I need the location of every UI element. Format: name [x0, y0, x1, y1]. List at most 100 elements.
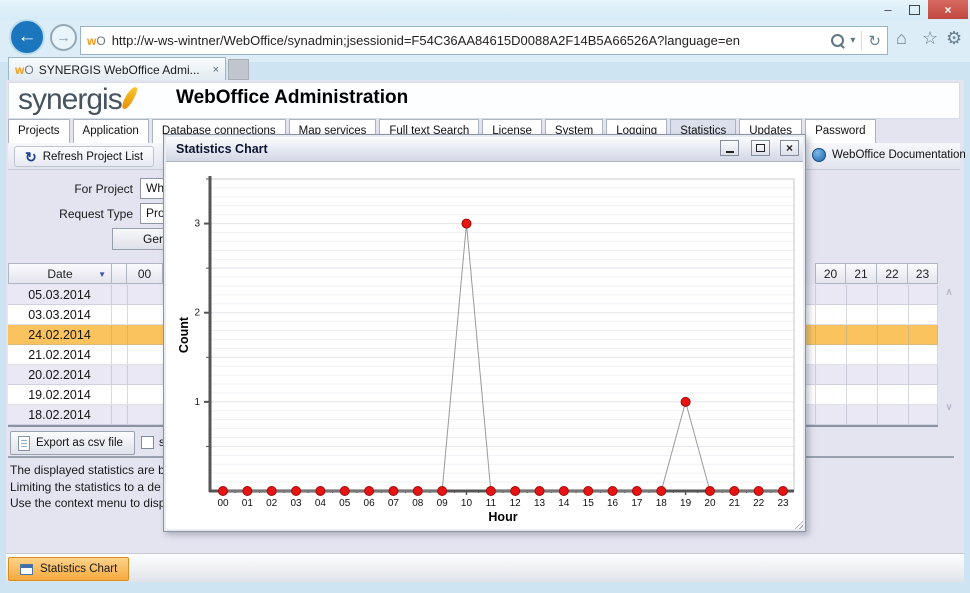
tab-password[interactable]: Password — [805, 119, 876, 144]
svg-text:14: 14 — [558, 498, 570, 509]
svg-text:23: 23 — [777, 498, 789, 509]
column-header-date[interactable]: Date ▼ — [8, 263, 112, 284]
svg-text:10: 10 — [461, 498, 473, 509]
row-date: 05.03.2014 — [8, 288, 111, 302]
taskbar-statistics-chart-button[interactable]: Statistics Chart — [8, 557, 129, 581]
logo-text: synergis — [18, 84, 122, 116]
tab-title: SYNERGIS WebOffice Admi... — [39, 63, 208, 77]
svg-text:12: 12 — [510, 498, 522, 509]
column-header-20[interactable]: 20 — [815, 263, 846, 284]
tab-projects[interactable]: Projects — [8, 119, 70, 144]
address-bar[interactable]: wO http://w-ws-wintner/WebOffice/synadmi… — [80, 26, 888, 55]
tab-application[interactable]: Application — [73, 119, 149, 144]
for-project-label: For Project — [8, 182, 133, 196]
refresh-icon: ↻ — [25, 150, 37, 164]
svg-text:19: 19 — [680, 498, 692, 509]
svg-text:Count: Count — [177, 316, 191, 353]
info-line: The displayed statistics are b — [10, 462, 165, 479]
row-date: 20.02.2014 — [8, 368, 111, 382]
svg-text:3: 3 — [194, 219, 200, 230]
statistics-checkbox[interactable] — [141, 436, 154, 449]
svg-text:05: 05 — [339, 498, 351, 509]
synergis-logo: synergis — [18, 84, 134, 116]
statistics-line-chart[interactable]: 1230001020304050607080910111213141516171… — [164, 162, 805, 533]
dialog-maximize-button[interactable] — [751, 140, 770, 156]
settings-gear-icon[interactable]: ⚙ — [946, 28, 962, 49]
info-line: Limiting the statistics to a de — [10, 479, 165, 496]
svg-text:2: 2 — [194, 308, 200, 319]
browser-tab[interactable]: wO SYNERGIS WebOffice Admi... × — [8, 57, 226, 81]
taskbar-button-label: Statistics Chart — [40, 563, 117, 575]
doc-link-label: WebOffice Documentation — [832, 149, 966, 161]
maximize-icon — [756, 144, 765, 152]
column-header-narrow — [111, 263, 127, 284]
svg-text:06: 06 — [364, 498, 376, 509]
svg-text:02: 02 — [266, 498, 278, 509]
search-icon[interactable] — [831, 34, 844, 47]
help-globe-icon — [812, 148, 826, 162]
window-minimize-button[interactable]: – — [876, 0, 900, 19]
export-label: Export as csv file — [36, 437, 123, 449]
row-date: 03.03.2014 — [8, 308, 111, 322]
svg-text:09: 09 — [437, 498, 449, 509]
request-type-label: Request Type — [8, 207, 133, 221]
dialog-close-button[interactable]: × — [780, 140, 799, 156]
svg-text:15: 15 — [583, 498, 595, 509]
svg-text:03: 03 — [290, 498, 302, 509]
svg-text:Hour: Hour — [488, 510, 517, 524]
csv-file-icon — [18, 436, 30, 451]
window-close-button[interactable]: × — [928, 0, 968, 19]
svg-text:01: 01 — [242, 498, 254, 509]
svg-text:04: 04 — [315, 498, 327, 509]
back-button[interactable]: ← — [9, 19, 45, 55]
export-csv-button[interactable]: Export as csv file — [10, 431, 135, 455]
row-date: 24.02.2014 — [8, 328, 111, 342]
column-header-21[interactable]: 21 — [845, 263, 877, 284]
divider — [861, 31, 862, 51]
svg-text:22: 22 — [753, 498, 765, 509]
page-header — [8, 82, 960, 119]
scroll-up-icon[interactable]: ∧ — [941, 287, 957, 298]
info-text: The displayed statistics are b Limiting … — [10, 462, 165, 512]
svg-text:07: 07 — [388, 498, 400, 509]
site-favicon: wO — [87, 34, 106, 48]
window-titlebar[interactable] — [0, 0, 970, 20]
row-date: 19.02.2014 — [8, 388, 111, 402]
column-header-00[interactable]: 00 — [126, 263, 163, 284]
svg-text:11: 11 — [486, 498, 497, 509]
svg-text:20: 20 — [704, 498, 716, 509]
svg-text:17: 17 — [631, 498, 643, 509]
window-icon — [20, 564, 33, 575]
tab-close-icon[interactable]: × — [213, 64, 219, 76]
svg-text:16: 16 — [607, 498, 619, 509]
refresh-page-icon[interactable]: ↻ — [868, 32, 881, 50]
search-dropdown-caret-icon[interactable]: ▾ — [850, 35, 855, 46]
info-line: Use the context menu to disp — [10, 495, 165, 512]
scroll-down-icon[interactable]: ∨ — [941, 402, 957, 413]
new-tab-button[interactable] — [228, 59, 249, 80]
svg-text:1: 1 — [194, 397, 200, 408]
forward-button[interactable]: → — [50, 24, 77, 51]
column-header-22[interactable]: 22 — [876, 263, 908, 284]
svg-text:21: 21 — [729, 498, 741, 509]
column-header-23[interactable]: 23 — [907, 263, 938, 284]
minimize-icon — [726, 151, 734, 153]
dialog-minimize-button[interactable] — [720, 140, 739, 156]
svg-text:13: 13 — [534, 498, 546, 509]
favorites-star-icon[interactable]: ☆ — [922, 28, 938, 49]
dialog-titlebar[interactable]: Statistics Chart — [166, 137, 803, 162]
maximize-icon — [909, 5, 920, 15]
refresh-label: Refresh Project List — [43, 151, 143, 163]
row-date: 21.02.2014 — [8, 348, 111, 362]
svg-text:08: 08 — [412, 498, 424, 509]
address-input[interactable]: http://w-ws-wintner/WebOffice/synadmin;j… — [112, 33, 826, 48]
browser-window: – × wO http://w-ws-wintner/WebOffice/syn… — [0, 0, 970, 593]
weboffice-documentation-link[interactable]: WebOffice Documentation — [812, 148, 966, 162]
sort-caret-icon[interactable]: ▼ — [98, 270, 106, 279]
window-maximize-button[interactable] — [902, 0, 926, 19]
date-header-label: Date — [47, 267, 72, 281]
home-icon[interactable]: ⌂ — [896, 28, 907, 49]
row-date: 18.02.2014 — [8, 408, 111, 422]
svg-text:18: 18 — [656, 498, 668, 509]
refresh-project-list-button[interactable]: ↻ Refresh Project List — [14, 146, 154, 167]
